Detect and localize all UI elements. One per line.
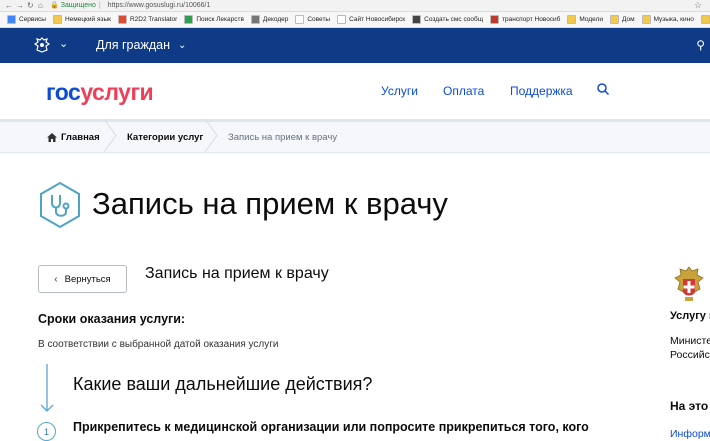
bookmark-folder-icon bbox=[412, 15, 422, 24]
bookmark-label: Поиск Лекарств bbox=[196, 16, 244, 23]
bookmark-item[interactable]: Музыка, кино bbox=[641, 15, 694, 24]
audience-selector[interactable]: Для граждан ⌄ bbox=[96, 38, 186, 52]
home-icon[interactable]: ⌂ bbox=[38, 0, 43, 11]
step-number-badge: 1 bbox=[37, 422, 56, 441]
coat-of-arms-icon[interactable] bbox=[33, 36, 51, 54]
bookmark-item[interactable]: Немецкий язык bbox=[52, 15, 111, 24]
bookmark-folder-icon bbox=[7, 15, 16, 24]
back-button-label: Вернуться bbox=[64, 273, 111, 285]
arrow-down-icon bbox=[40, 364, 54, 412]
bookmark-folder-icon bbox=[641, 15, 651, 24]
logo-part-uslugi: услуги bbox=[80, 79, 154, 105]
page-title: Запись на прием к врачу bbox=[92, 186, 448, 221]
back-arrow-icon[interactable]: ← bbox=[5, 0, 13, 11]
breadcrumb-separator bbox=[204, 119, 218, 152]
breadcrumb-categories[interactable]: Категории услуг bbox=[127, 132, 203, 143]
bookmark-item[interactable]: Создать смс сообщ bbox=[412, 15, 483, 24]
service-title: Запись на прием к врачу bbox=[145, 265, 329, 282]
location-pin-icon[interactable]: ⚲ bbox=[696, 38, 705, 52]
lock-icon: 🔒 bbox=[50, 2, 59, 9]
actions-heading: Какие ваши дальнейшие действия? bbox=[73, 374, 373, 394]
bookmark-label: Создать смс сообщ bbox=[424, 16, 484, 23]
logo-part-gos: гос bbox=[46, 79, 81, 105]
forward-arrow-icon[interactable]: → bbox=[16, 0, 24, 11]
bookmark-item[interactable]: R2D2 Translator bbox=[117, 15, 178, 24]
nav-support[interactable]: Поддержка bbox=[510, 84, 573, 98]
bookmark-folder-icon bbox=[117, 15, 127, 24]
bookmark-label: Музыка, кино bbox=[653, 16, 694, 23]
bookmark-item[interactable]: Декодер bbox=[250, 15, 289, 24]
bookmark-item[interactable]: Советы bbox=[295, 15, 330, 24]
on-this-page-heading: На это bbox=[670, 399, 709, 413]
secure-label: Защищено bbox=[60, 2, 96, 9]
bookmark-folder-icon bbox=[295, 15, 305, 24]
bookmark-label: транспорт Новосиб bbox=[502, 16, 561, 23]
bookmark-item[interactable]: Поиск Лекарств bbox=[184, 15, 244, 24]
nav-services[interactable]: Услуги bbox=[381, 84, 418, 98]
bookmark-folder-icon bbox=[700, 15, 710, 24]
deadline-heading: Сроки оказания услуги: bbox=[38, 312, 186, 326]
bookmarks-bar: Сервисы Немецкий язык R2D2 Translator Поиск… bbox=[0, 12, 710, 28]
region-chevron-down-icon[interactable]: ⌄ bbox=[59, 37, 68, 50]
bookmark-item[interactable]: Модели bbox=[567, 15, 603, 24]
bookmark-folder-icon bbox=[567, 15, 577, 24]
stethoscope-icon bbox=[40, 181, 80, 229]
bookmark-folder-icon bbox=[490, 15, 500, 24]
info-link[interactable]: Информ bbox=[670, 428, 710, 440]
search-icon[interactable] bbox=[596, 82, 610, 96]
reload-icon[interactable]: ↻ bbox=[27, 0, 34, 11]
chevron-left-icon: ‹ bbox=[54, 273, 58, 285]
browser-address-bar: ← → ↻ ⌂ 🔒 Защищено | https://www.gosuslu… bbox=[0, 0, 710, 12]
bookmark-folder-icon bbox=[337, 15, 347, 24]
bookmark-label: Немецкий язык bbox=[64, 16, 111, 23]
ministry-line-1: Министе bbox=[670, 335, 710, 347]
bookmark-folder-icon bbox=[184, 15, 194, 24]
bookmark-label: Модели bbox=[579, 16, 603, 23]
top-bar: ⌄ Для граждан ⌄ ⚲ bbox=[0, 28, 710, 63]
breadcrumb-home-label: Главная bbox=[61, 132, 100, 143]
bookmark-item[interactable]: Квартплата bbox=[700, 15, 710, 24]
url-text: https://www.gosuslugi.ru/10066/1 bbox=[107, 2, 211, 9]
ministry-line-2: Российс bbox=[670, 349, 710, 361]
breadcrumb-current: Запись на прием к врачу bbox=[228, 132, 338, 143]
bookmark-label: R2D2 Translator bbox=[129, 16, 178, 23]
bookmark-item[interactable]: Дом bbox=[610, 15, 635, 24]
chevron-down-icon: ⌄ bbox=[177, 39, 187, 51]
breadcrumb-separator bbox=[103, 119, 117, 152]
bookmark-label: Советы bbox=[307, 16, 331, 23]
url-field[interactable]: 🔒 Защищено | https://www.gosuslugi.ru/10… bbox=[50, 1, 210, 10]
bookmark-item[interactable]: Сервисы bbox=[7, 15, 46, 24]
bookmark-label: Декодер bbox=[262, 16, 289, 23]
deadline-text: В соответствии с выбранной датой оказани… bbox=[38, 339, 279, 350]
ministry-name: Министе Российс bbox=[670, 334, 710, 362]
bookmark-star-icon[interactable]: ☆ bbox=[694, 0, 702, 11]
service-provider-label: Услугу п bbox=[670, 310, 710, 322]
nav-payment[interactable]: Оплата bbox=[443, 84, 484, 98]
breadcrumb-home[interactable]: Главная bbox=[47, 132, 100, 143]
bookmark-label: Сайт Новосибирск bbox=[349, 16, 406, 23]
bookmark-folder-icon bbox=[610, 15, 619, 24]
bookmark-folder-icon bbox=[250, 15, 260, 24]
bookmark-item[interactable]: транспорт Новосиб bbox=[490, 15, 560, 24]
gosuslugi-logo[interactable]: госуслуги bbox=[46, 79, 154, 106]
bookmark-label: Дом bbox=[622, 16, 635, 23]
bookmark-folder-icon bbox=[52, 15, 62, 24]
home-icon bbox=[47, 133, 57, 142]
step-text: Прикрепитесь к медицинской организации и… bbox=[73, 420, 589, 434]
breadcrumb: Главная Категории услуг Запись на прием … bbox=[0, 119, 710, 153]
audience-label: Для граждан bbox=[96, 38, 170, 52]
site-header: госуслуги Услуги Оплата Поддержка bbox=[0, 63, 710, 119]
ministry-emblem-icon bbox=[674, 266, 704, 301]
bookmark-item[interactable]: Сайт Новосибирск bbox=[337, 15, 405, 24]
back-button[interactable]: ‹ Вернуться bbox=[38, 265, 127, 293]
bookmark-label: Сервисы bbox=[19, 16, 46, 23]
